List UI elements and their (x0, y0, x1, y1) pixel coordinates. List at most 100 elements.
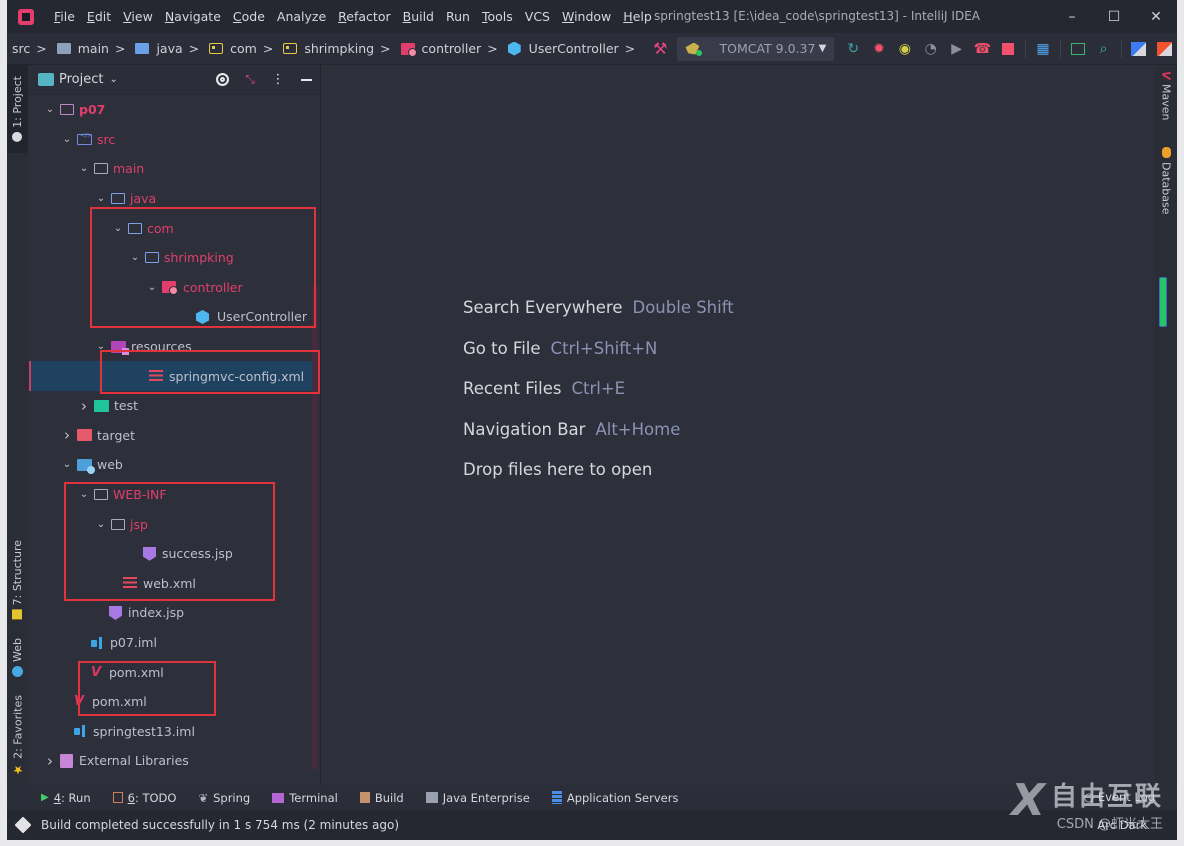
bottom-tab-todo[interactable]: 6: TODO (112, 791, 176, 805)
run-button[interactable]: ▶ (944, 37, 970, 61)
tool-tab-structure[interactable]: 7: Structure (7, 535, 28, 625)
menu-build[interactable]: Build (397, 0, 440, 33)
chevron-right-icon[interactable]: › (77, 397, 91, 415)
tree-item[interactable]: ⌄ p07 (29, 95, 319, 125)
menu-window[interactable]: Window (556, 0, 617, 33)
tree-scrollbar[interactable] (312, 285, 318, 770)
profile-button[interactable]: ◔ (918, 37, 944, 61)
menu-view[interactable]: View (117, 0, 159, 33)
menu-file[interactable]: File (48, 0, 81, 33)
tool-tab-web[interactable]: Web (7, 633, 28, 681)
coverage-button[interactable]: ◉ (892, 37, 918, 61)
search-button[interactable]: ⌕ (1091, 37, 1117, 61)
chevron-right-icon[interactable]: › (60, 426, 74, 444)
editor-scrollbar-thumb[interactable] (1159, 277, 1167, 327)
tree-item[interactable]: › External Libraries (29, 746, 319, 776)
tree-item[interactable]: ⌄ java (29, 184, 319, 214)
tree-item[interactable]: success.jsp (29, 539, 319, 569)
breadcrumb-controller[interactable]: controller > (400, 41, 504, 57)
translate-button[interactable] (1125, 37, 1151, 61)
tool-tab-database[interactable]: Database (1155, 147, 1177, 215)
chevron-down-icon[interactable]: ⌄ (128, 252, 142, 263)
bottom-tab-application-servers[interactable]: Application Servers (551, 791, 678, 805)
chevron-down-icon[interactable]: ⌄ (60, 134, 74, 145)
menu-run[interactable]: Run (440, 0, 476, 33)
status-message[interactable]: Build completed successfully in 1 s 754 … (41, 818, 399, 832)
breadcrumb-shrimpking[interactable]: shrimpking > (283, 41, 396, 56)
chevron-down-icon[interactable]: ⌄ (77, 489, 91, 500)
tree-item[interactable]: web.xml (29, 569, 319, 599)
terminal-button[interactable] (1065, 37, 1091, 61)
translate-alt-button[interactable] (1151, 37, 1177, 61)
menu-help[interactable]: Help (617, 0, 658, 33)
hide-panel-button[interactable] (292, 65, 320, 95)
menu-vcs[interactable]: VCS (519, 0, 556, 33)
bottom-tab-run[interactable]: ▶ 4: Run (41, 791, 91, 805)
tool-tab-project[interactable]: 1: Project (7, 65, 28, 153)
chevron-down-icon[interactable]: ⌄ (111, 223, 125, 234)
tool-tab-maven[interactable]: V Maven (1155, 71, 1177, 120)
project-view-selector[interactable]: Project (59, 72, 103, 87)
maximize-button[interactable]: ☐ (1093, 0, 1135, 33)
build-hammer-icon[interactable]: ⚒ (653, 39, 667, 58)
collapse-all-button[interactable]: ⤡ (236, 65, 264, 95)
chevron-down-icon[interactable]: ⌄ (94, 193, 108, 204)
close-button[interactable]: ✕ (1135, 0, 1177, 33)
project-structure-button[interactable]: ▦ (1030, 37, 1056, 61)
tree-item[interactable]: index.jsp (29, 598, 319, 628)
run-configuration-select[interactable]: TOMCAT 9.0.37 ▼ (677, 36, 835, 61)
chevron-down-icon[interactable]: ⌄ (94, 341, 108, 352)
tree-item[interactable]: ⌄ shrimpking (29, 243, 319, 273)
locate-file-button[interactable] (208, 65, 236, 95)
tree-item-label: jsp (130, 516, 148, 532)
tree-item[interactable]: ⌄ com (29, 213, 319, 243)
breadcrumb-java[interactable]: java > (135, 41, 205, 56)
tree-item[interactable]: springmvc-config.xml (29, 361, 313, 391)
menu-navigate[interactable]: Navigate (159, 0, 227, 33)
chevron-down-icon[interactable]: ⌄ (77, 163, 91, 174)
chevron-down-icon[interactable]: ⌄ (60, 459, 74, 470)
stop-icon (1002, 42, 1015, 55)
tree-item[interactable]: ⌄ WEB-INF (29, 480, 319, 510)
menu-analyze[interactable]: Analyze (271, 0, 332, 33)
chevron-down-icon[interactable]: ⌄ (94, 519, 108, 530)
menu-tools[interactable]: Tools (476, 0, 519, 33)
chevron-down-icon[interactable]: ⌄ (145, 282, 159, 293)
update-button[interactable]: ↻ (840, 37, 866, 61)
bottom-tab-terminal[interactable]: Terminal (272, 791, 338, 805)
breadcrumb-src[interactable]: src > (12, 41, 53, 56)
bottom-tab-java-enterprise[interactable]: Java Enterprise (425, 791, 530, 805)
tree-item[interactable]: Vpom.xml (29, 687, 319, 717)
chevron-down-icon[interactable]: ⌄ (109, 74, 117, 85)
menu-edit[interactable]: Edit (81, 0, 117, 33)
tree-item[interactable]: ⌄ jsp (29, 509, 319, 539)
tree-item[interactable]: ⌄ main (29, 154, 319, 184)
tree-item[interactable]: ⌄ resources (29, 332, 319, 362)
breadcrumb-usercontroller[interactable]: UserController > (507, 41, 641, 56)
tree-item[interactable]: springtest13.iml (29, 717, 319, 747)
tree-item-label: springmvc-config.xml (169, 368, 305, 384)
options-button[interactable]: ⋮ (264, 65, 292, 95)
tree-item[interactable]: ⌄ controller (29, 273, 319, 303)
tree-item[interactable]: › target (29, 421, 319, 451)
menu-code[interactable]: Code (227, 0, 271, 33)
chevron-down-icon[interactable]: ⌄ (43, 104, 57, 115)
bottom-tab-spring[interactable]: ❦ Spring (198, 791, 250, 805)
debug-button[interactable]: ✹ (866, 37, 892, 61)
minimize-button[interactable]: – (1051, 0, 1093, 33)
menu-refactor[interactable]: Refactor (332, 0, 396, 33)
tool-tab-favorites[interactable]: ★ 2: Favorites (7, 695, 28, 777)
maven-icon: V (74, 694, 85, 710)
tree-item[interactable]: p07.iml (29, 628, 319, 658)
breadcrumb-com[interactable]: com > (209, 41, 279, 56)
tree-item[interactable]: UserController (29, 302, 319, 332)
bottom-tab-build[interactable]: Build (359, 791, 404, 805)
stop-button[interactable] (995, 37, 1021, 61)
tree-item[interactable]: Vpom.xml (29, 657, 319, 687)
tree-item[interactable]: ⌄ web (29, 450, 319, 480)
breadcrumb-main[interactable]: main > (56, 41, 132, 56)
tree-item[interactable]: › test (29, 391, 319, 421)
attach-debugger-button[interactable]: ☎ (970, 37, 996, 61)
chevron-right-icon[interactable]: › (43, 752, 57, 770)
tree-item[interactable]: ⌄ src (29, 125, 319, 155)
